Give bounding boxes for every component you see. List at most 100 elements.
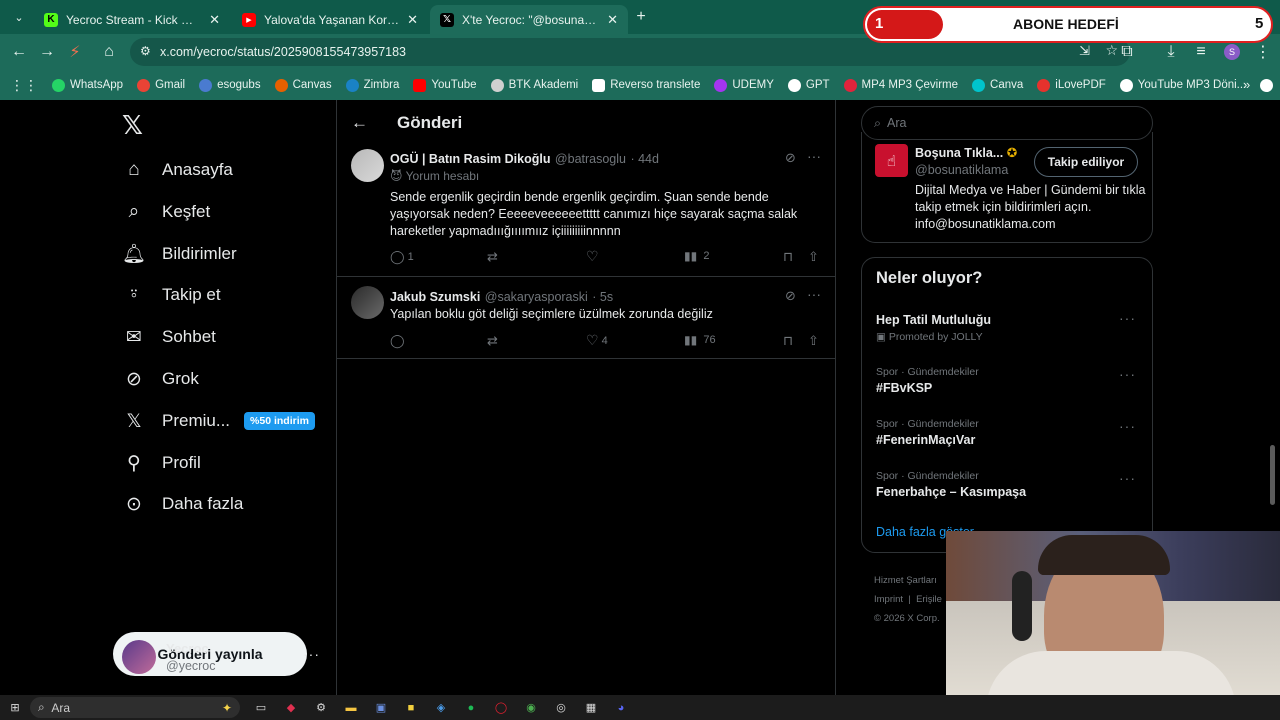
share-icon[interactable]: ⇧: [808, 249, 819, 265]
retweet-button[interactable]: ⇄: [487, 333, 498, 349]
obs-icon[interactable]: ◎: [546, 695, 576, 720]
account-menu-dots-icon[interactable]: ···: [303, 646, 320, 662]
forward-arrow-icon[interactable]: →: [32, 37, 62, 67]
settings-gear-icon[interactable]: ⚙: [306, 695, 336, 720]
more-dots-icon[interactable]: ···: [1119, 366, 1136, 382]
more-dots-icon[interactable]: ···: [807, 148, 821, 164]
close-icon[interactable]: ✕: [407, 12, 418, 28]
app-icon[interactable]: ◆: [276, 695, 306, 720]
footer-link[interactable]: Imprint: [874, 594, 903, 605]
browser-tab[interactable]: ▶ Yalova'da Yaşanan Korkunç Olay ✕: [232, 5, 428, 34]
nav-messages[interactable]: ✉ Sohbet: [120, 317, 216, 357]
bookmark-canva[interactable]: Canva: [972, 78, 1023, 92]
trend-item[interactable]: Spor · Gündemdekiler #FBvKSP: [876, 366, 979, 395]
tweet-author-handle[interactable]: @batrasoglu: [555, 152, 626, 166]
close-icon[interactable]: ✕: [209, 12, 220, 28]
bookmark-esogubs[interactable]: esogubs: [199, 78, 261, 92]
tweet-time[interactable]: · 5s: [592, 290, 613, 304]
grok-icon[interactable]: ⊘: [785, 150, 796, 166]
new-tab-icon[interactable]: +: [626, 2, 656, 32]
close-icon[interactable]: ✕: [607, 12, 618, 28]
chevron-right-icon[interactable]: »: [1243, 77, 1250, 92]
bookmark-canvas[interactable]: Canvas: [274, 78, 332, 92]
browser-tab[interactable]: K Yecroc Stream - Kick Dashboard ✕: [34, 5, 230, 34]
trend-item[interactable]: Spor · Gündemdekiler Fenerbahçe – Kasımp…: [876, 470, 1026, 499]
bookmark-zimbra[interactable]: Zimbra: [345, 78, 399, 92]
bookmark-ilovepdf[interactable]: iLovePDF: [1037, 78, 1106, 92]
avatar[interactable]: [351, 149, 384, 182]
nav-notifications[interactable]: 🔔︎ Bildirimler: [120, 234, 237, 274]
taskbar-search[interactable]: ⌕ Ara ✦: [30, 697, 240, 718]
site-info-icon[interactable]: ⚙: [140, 44, 151, 58]
more-dots-icon[interactable]: ···: [1119, 470, 1136, 486]
following-button[interactable]: Takip ediliyor: [1034, 147, 1138, 177]
bookmark-btk[interactable]: BTK Akademi: [490, 78, 578, 92]
bookmark-whatsapp[interactable]: WhatsApp: [52, 78, 123, 92]
tweet[interactable]: Jakub Szumski @sakaryasporaski · 5s ⊘ ··…: [337, 277, 835, 359]
views-button[interactable]: ▮▮ 2: [684, 249, 709, 263]
nav-more[interactable]: ⊙ Daha fazla: [120, 484, 243, 524]
globe-icon[interactable]: [1260, 78, 1274, 92]
scrollbar-thumb[interactable]: [1270, 445, 1275, 505]
install-icon[interactable]: ⇲: [1079, 43, 1090, 59]
windows-start-icon[interactable]: ⊞: [0, 695, 30, 720]
home-icon[interactable]: ⌂: [94, 37, 124, 67]
profile-card-avatar[interactable]: ☝: [875, 144, 908, 177]
apps-grid-icon[interactable]: ⋮⋮: [10, 77, 38, 94]
bookmark-udemy[interactable]: UDEMY: [714, 78, 774, 92]
folder-icon[interactable]: ▬: [336, 695, 366, 720]
tweet-author-handle[interactable]: @sakaryasporaski: [485, 290, 588, 304]
bookmark-icon[interactable]: ⊓: [783, 249, 793, 265]
profile-card[interactable]: ☝ Boşuna Tıkla... ✪ @bosunatiklama Takip…: [861, 132, 1153, 243]
like-button[interactable]: ♡: [586, 248, 599, 265]
nav-profile[interactable]: ⚲ Profil: [120, 443, 201, 483]
nav-home[interactable]: ⌂ Anasayfa: [120, 150, 233, 190]
browser-tab-active[interactable]: 𝕏 X'te Yecroc: "@bosunatiklama Y ✕: [430, 5, 628, 34]
more-dots-icon[interactable]: ···: [807, 286, 821, 302]
app-icon[interactable]: ▦: [576, 695, 606, 720]
sticky-notes-icon[interactable]: ■: [396, 695, 426, 720]
task-view-icon[interactable]: ▭: [246, 695, 276, 720]
bookmark-gmail[interactable]: Gmail: [137, 78, 185, 92]
spotify-icon[interactable]: ●: [456, 695, 486, 720]
trend-item[interactable]: Spor · Gündemdekiler #FenerinMaçıVar: [876, 418, 979, 447]
grok-icon[interactable]: ⊘: [785, 288, 796, 304]
bookmark-icon[interactable]: ⊓: [783, 333, 793, 349]
app-icon[interactable]: ◈: [426, 695, 456, 720]
tweet-author-name[interactable]: Jakub Szumski: [390, 290, 480, 304]
bookmark-mp4mp3[interactable]: MP4 MP3 Çevirme: [843, 78, 958, 92]
app-icon[interactable]: ▣: [366, 695, 396, 720]
profile-avatar[interactable]: S: [1224, 44, 1240, 60]
tweet-author-name[interactable]: OGÜ | Batın Rasim Dikoğlu: [390, 152, 550, 166]
more-dots-icon[interactable]: ···: [1119, 310, 1136, 326]
trend-item[interactable]: Hep Tatil Mutluluğu ▣ Promoted by JOLLY: [876, 310, 991, 343]
more-dots-icon[interactable]: ···: [1119, 418, 1136, 434]
account-avatar[interactable]: [122, 640, 156, 674]
like-button[interactable]: ♡ 4: [586, 332, 608, 349]
bookmark-ytmp3[interactable]: YouTube MP3 Döni...: [1119, 78, 1246, 92]
views-button[interactable]: ▮▮ 76: [684, 333, 716, 347]
nav-premium[interactable]: 𝕏 Premiu... %50 indirim: [120, 401, 315, 441]
back-arrow-icon[interactable]: ←: [351, 113, 368, 133]
reply-button[interactable]: ◯ 1: [390, 249, 414, 265]
tab-search-chevron-icon[interactable]: ⌄: [4, 2, 34, 32]
footer-link[interactable]: Erişile: [916, 594, 942, 605]
share-icon[interactable]: ⇧: [808, 333, 819, 349]
chrome-icon[interactable]: ◉: [516, 695, 546, 720]
x-logo-icon[interactable]: 𝕏: [122, 110, 143, 141]
discord-icon[interactable]: ◕: [606, 695, 636, 720]
retweet-button[interactable]: ⇄: [487, 249, 498, 265]
extension-icon[interactable]: ⚡: [60, 37, 90, 67]
bookmark-youtube[interactable]: YouTube: [413, 78, 477, 92]
nav-explore[interactable]: ⌕ Keşfet: [120, 192, 211, 232]
back-arrow-icon[interactable]: ←: [4, 37, 34, 67]
bookmark-gpt[interactable]: GPT: [787, 78, 830, 92]
tweet-time[interactable]: · 44d: [630, 152, 659, 166]
bookmark-reverso[interactable]: Reverso translete: [592, 78, 700, 92]
nav-follow[interactable]: ⍤ Takip et: [120, 275, 220, 315]
opera-icon[interactable]: ◯: [486, 695, 516, 720]
reply-button[interactable]: ◯: [390, 333, 405, 349]
tweet[interactable]: OGÜ | Batın Rasim Dikoğlu @batrasoglu · …: [337, 145, 835, 277]
avatar[interactable]: [351, 286, 384, 319]
footer-link[interactable]: Hizmet Şartları: [874, 571, 942, 590]
